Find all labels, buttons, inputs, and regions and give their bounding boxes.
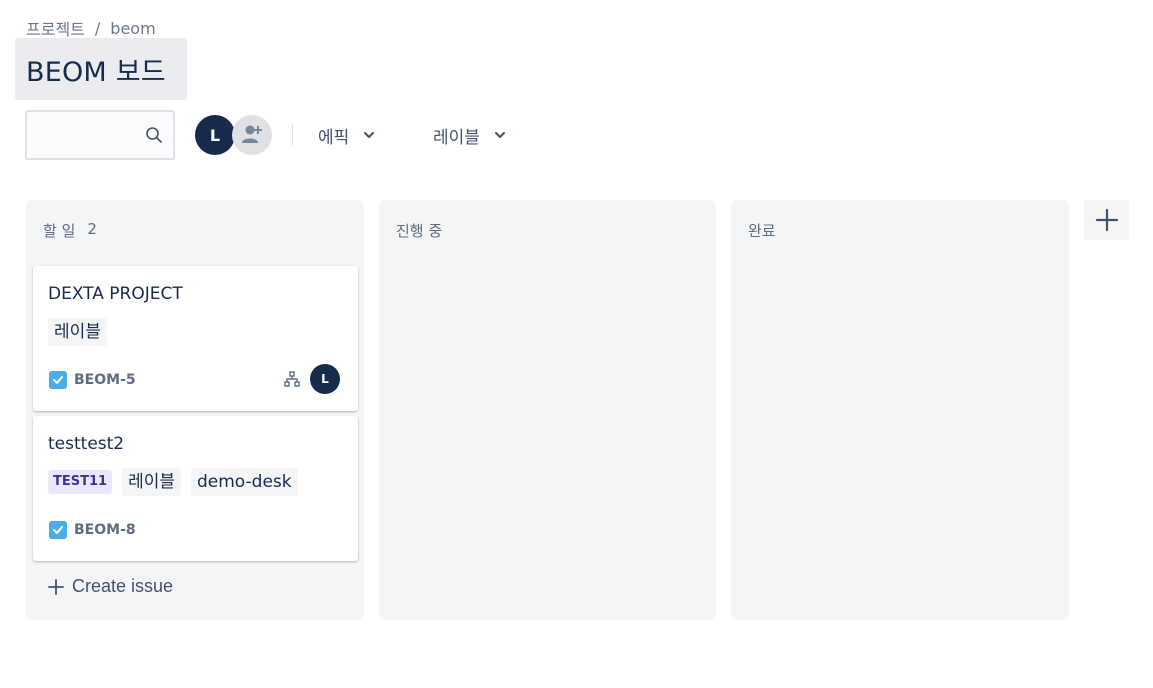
issue-card[interactable]: DEXTA PROJECT 레이블 BEOM-5 L: [33, 266, 358, 411]
issue-card-meta: L: [284, 364, 340, 394]
create-issue-button[interactable]: Create issue: [48, 576, 173, 597]
board-column-todo: 할 일 2 DEXTA PROJECT 레이블 BEOM-5 L testtes…: [26, 200, 364, 620]
issue-card-footer: BEOM-5: [49, 371, 136, 389]
add-person-icon: [242, 125, 262, 143]
page-title: BEOM 보드: [26, 56, 166, 88]
breadcrumb: 프로젝트 / beom: [26, 16, 156, 40]
epic-filter-dropdown[interactable]: 에픽: [318, 122, 375, 148]
add-column-button[interactable]: [1084, 200, 1129, 240]
page-title-container[interactable]: BEOM 보드: [15, 38, 187, 100]
issue-card-footer: BEOM-8: [49, 521, 136, 539]
issue-key[interactable]: BEOM-8: [74, 522, 136, 538]
column-issue-count: 2: [87, 220, 97, 238]
label-filter-label: 레이블: [433, 127, 480, 148]
column-header: 완료: [748, 220, 776, 241]
child-issues-icon: [284, 371, 300, 387]
breadcrumb-projects-link[interactable]: 프로젝트: [26, 16, 85, 40]
column-title: 완료: [748, 222, 776, 240]
epic-tag: TEST11: [48, 470, 113, 494]
board-column-in-progress: 진행 중: [379, 200, 716, 620]
issue-card[interactable]: testtest2 TEST11 레이블 demo-desk BEOM-8: [33, 416, 358, 561]
issue-card-labels: 레이블: [48, 318, 107, 346]
epic-filter-label: 에픽: [318, 127, 350, 148]
label-tag: 레이블: [48, 318, 107, 346]
column-header: 진행 중: [396, 220, 442, 241]
issue-card-title: testtest2: [48, 434, 125, 454]
label-tag: 레이블: [122, 468, 181, 496]
user-avatar-initial: L: [209, 125, 221, 145]
issue-key[interactable]: BEOM-5: [74, 372, 136, 388]
label-tag: demo-desk: [191, 468, 298, 496]
issue-card-title: DEXTA PROJECT: [48, 284, 183, 304]
column-header: 할 일 2: [43, 220, 97, 241]
breadcrumb-separator: /: [94, 18, 101, 38]
chevron-down-icon: [494, 132, 505, 138]
chevron-down-icon: [364, 132, 375, 138]
board-column-done: 완료: [731, 200, 1069, 620]
issue-card-labels: TEST11 레이블 demo-desk: [48, 468, 298, 496]
column-title: 진행 중: [396, 222, 443, 240]
add-people-button[interactable]: [232, 115, 272, 155]
user-avatar[interactable]: L: [195, 115, 235, 155]
create-issue-label: Create issue: [72, 576, 174, 596]
story-type-icon: [49, 371, 67, 389]
plus-icon: [48, 578, 64, 595]
breadcrumb-project-link[interactable]: beom: [110, 19, 155, 38]
story-type-icon: [49, 521, 67, 539]
search-icon: [146, 127, 162, 143]
plus-icon: [1095, 208, 1118, 232]
column-title: 할 일: [43, 222, 76, 240]
search-input[interactable]: [25, 110, 175, 160]
assignee-avatar[interactable]: L: [310, 364, 340, 394]
toolbar-divider: [292, 124, 293, 146]
label-filter-dropdown[interactable]: 레이블: [433, 122, 506, 148]
